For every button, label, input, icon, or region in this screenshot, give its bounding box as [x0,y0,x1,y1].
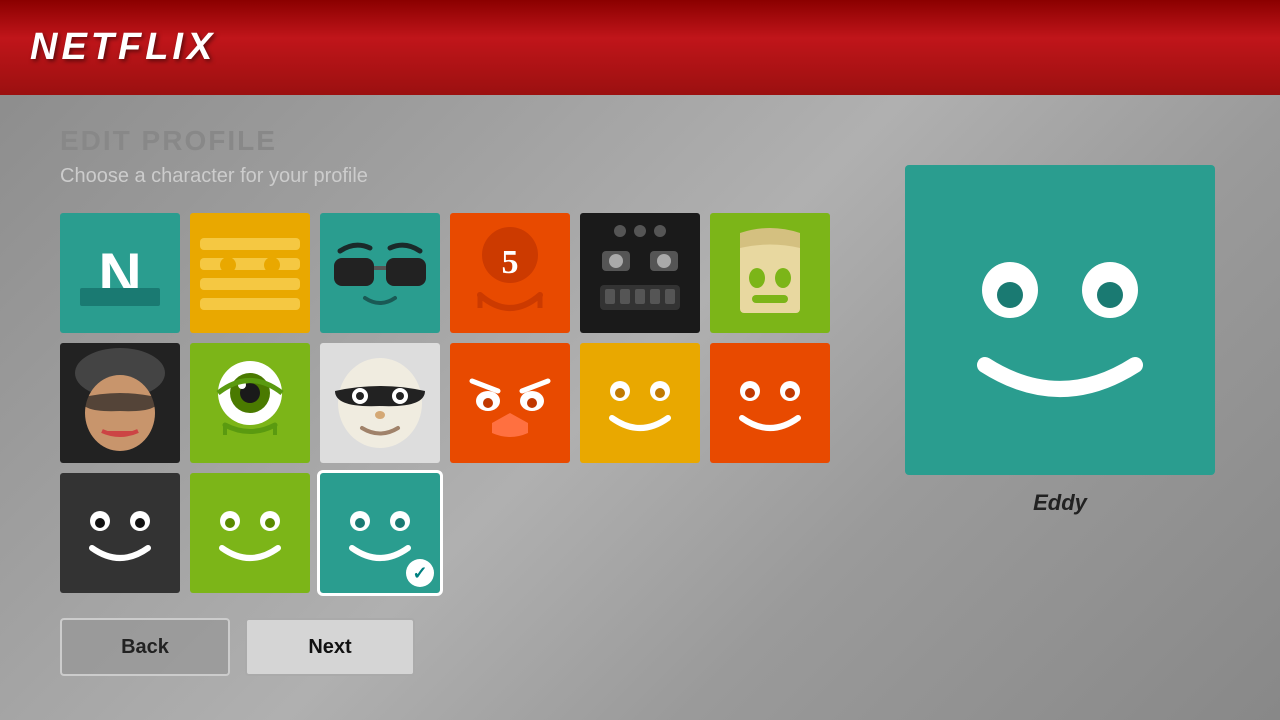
avatar-robot[interactable] [580,213,700,333]
right-panel: Eddy [900,125,1220,676]
avatar-green-smiley[interactable] [190,473,310,593]
avatar-monster-eye[interactable] [190,343,310,463]
avatar-mask-lady[interactable] [60,343,180,463]
main-content: EDIT PROFILE Choose a character for your… [0,95,1280,706]
selected-avatar-preview [905,165,1215,475]
avatar-mummy[interactable] [190,213,310,333]
avatar-eddy-selected[interactable]: ✓ [320,473,440,593]
header: NETFLIX [0,0,1280,95]
selected-check-icon: ✓ [406,559,434,587]
avatar-netflix-n[interactable]: N [60,213,180,333]
button-row: Back Next [60,618,860,676]
back-button[interactable]: Back [60,618,230,676]
page-subtitle: Choose a character for your profile [60,165,860,188]
netflix-logo: NETFLIX [30,26,216,69]
avatar-sunglasses[interactable] [320,213,440,333]
avatar-golden-smiley[interactable] [580,343,700,463]
avatar-grid: N [60,213,860,593]
avatar-red-smiley[interactable] [710,343,830,463]
svg-text:5: 5 [502,244,519,281]
page-title: EDIT PROFILE [60,125,860,157]
avatar-dark-smiley[interactable] [60,473,180,593]
left-panel: EDIT PROFILE Choose a character for your… [60,125,860,676]
next-button[interactable]: Next [245,618,415,676]
avatar-bandit[interactable] [320,343,440,463]
avatar-paper-bag[interactable] [710,213,830,333]
avatar-orange-face[interactable] [450,343,570,463]
avatar-five[interactable]: 5 [450,213,570,333]
selected-avatar-name: Eddy [1033,490,1087,516]
